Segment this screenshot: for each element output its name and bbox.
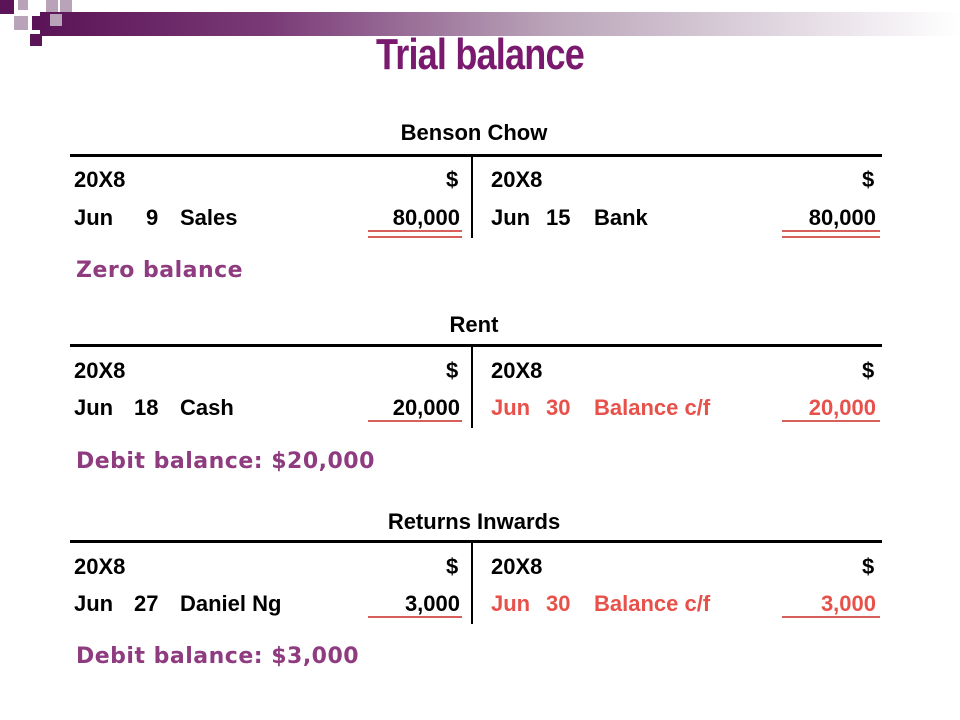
right-year: 20X8	[491, 167, 543, 192]
right-currency: $	[862, 167, 875, 192]
decor-square	[46, 0, 58, 12]
left-description: Cash	[180, 395, 234, 420]
right-month: Jun	[491, 591, 531, 616]
right-year: 20X8	[491, 554, 543, 579]
decor-square	[60, 0, 72, 12]
right-description: Bank	[594, 205, 648, 230]
right-year: 20X8	[491, 358, 543, 383]
right-currency: $	[862, 554, 875, 579]
account-top-rule	[70, 154, 882, 157]
balance-note: Debit balance: $20,000	[76, 449, 375, 474]
account-name: Rent	[449, 312, 499, 337]
right-amount: 3,000	[820, 591, 876, 616]
right-day: 30	[546, 395, 571, 420]
account-divider	[471, 156, 473, 238]
left-day: 9	[146, 205, 159, 230]
decor-square	[30, 34, 42, 46]
decor-square	[14, 16, 28, 30]
right-month: Jun	[491, 395, 531, 420]
left-underline	[368, 616, 462, 618]
left-year: 20X8	[74, 358, 126, 383]
right-day: 15	[546, 205, 571, 230]
right-amount: 80,000	[808, 205, 876, 230]
page-title: Trial balance	[376, 30, 585, 79]
account-divider	[471, 346, 473, 428]
left-month: Jun	[74, 591, 114, 616]
left-underline	[368, 420, 462, 422]
left-description: Sales	[180, 205, 238, 230]
right-double-underline	[782, 230, 880, 238]
right-amount: 20,000	[808, 395, 876, 420]
left-currency: $	[446, 358, 459, 383]
right-underline	[782, 616, 880, 618]
left-double-underline	[368, 230, 462, 238]
left-amount: 80,000	[392, 205, 460, 230]
decor-square	[0, 0, 14, 14]
left-amount: 3,000	[404, 591, 460, 616]
left-year: 20X8	[74, 554, 126, 579]
decor-square	[18, 0, 28, 10]
left-day: 18	[134, 395, 159, 420]
decor-square	[50, 14, 62, 26]
left-day: 27	[134, 591, 159, 616]
account-top-rule	[70, 540, 882, 543]
left-month: Jun	[74, 205, 114, 230]
right-day: 30	[546, 591, 571, 616]
left-currency: $	[446, 554, 459, 579]
right-month: Jun	[491, 205, 531, 230]
account-name: Returns Inwards	[387, 509, 561, 534]
left-year: 20X8	[74, 167, 126, 192]
left-amount: 20,000	[392, 395, 460, 420]
decor-square	[32, 16, 46, 30]
right-currency: $	[862, 358, 875, 383]
left-currency: $	[446, 167, 459, 192]
right-underline	[782, 420, 880, 422]
right-description: Balance c/f	[594, 395, 711, 420]
right-description: Balance c/f	[594, 591, 711, 616]
left-description: Daniel Ng	[180, 591, 282, 616]
account-divider	[471, 542, 473, 624]
balance-note: Debit balance: $3,000	[76, 644, 360, 669]
left-month: Jun	[74, 395, 114, 420]
account-top-rule	[70, 344, 882, 347]
balance-note: Zero balance	[76, 258, 244, 283]
account-name: Benson Chow	[400, 120, 548, 145]
